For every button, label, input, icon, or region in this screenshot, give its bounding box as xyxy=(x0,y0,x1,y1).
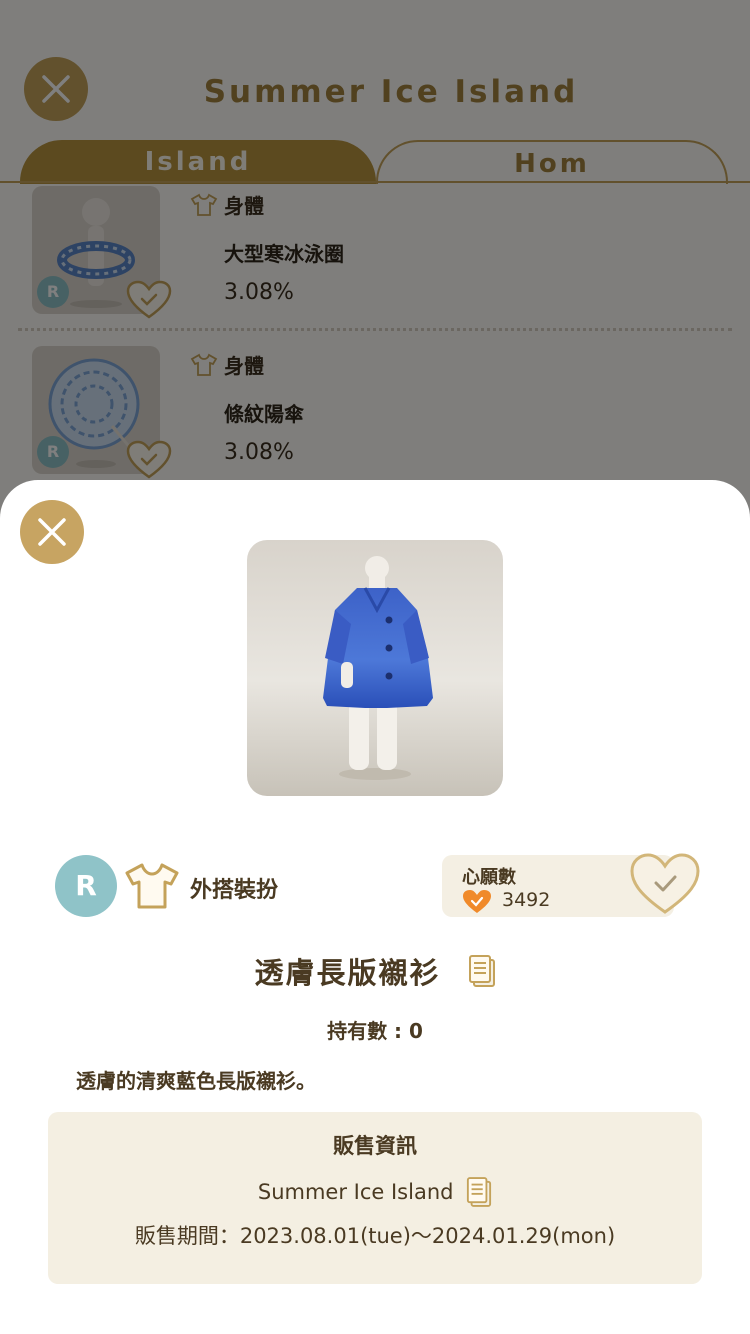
rarity-badge: R xyxy=(55,855,117,917)
sale-info-title: 販售資訊 xyxy=(333,1134,417,1158)
copy-icon[interactable] xyxy=(468,954,496,988)
item-name: 透膚長版襯衫 xyxy=(254,956,441,990)
close-icon xyxy=(38,518,66,546)
heart-count-icon xyxy=(463,890,491,913)
heart-check-icon[interactable] xyxy=(629,852,701,916)
owned-count: 持有數 : 0 xyxy=(327,1019,423,1043)
item-detail-sheet: R 外搭裝扮 心願數 3492 透膚長版襯衫 持有數 : 0 透膚的清爽藍色長版… xyxy=(0,480,750,1334)
long-shirt-image xyxy=(323,556,433,780)
copy-icon[interactable] xyxy=(466,1176,492,1208)
shirt-icon xyxy=(125,863,179,909)
wishlist-count: 3492 xyxy=(502,889,551,911)
item-description: 透膚的清爽藍色長版襯衫。 xyxy=(76,1069,316,1093)
wishlist-label: 心願數 xyxy=(462,867,516,888)
item-preview-image xyxy=(247,540,503,796)
sale-event-name: Summer Ice Island xyxy=(257,1180,454,1204)
item-title-row: 透膚長版襯衫 xyxy=(0,950,750,992)
sale-event-row: Summer Ice Island xyxy=(48,1176,702,1208)
sale-period: 販售期間：2023.08.01(tue)〜2024.01.29(mon) xyxy=(134,1224,616,1248)
sale-info-box: 販售資訊 Summer Ice Island 販售期間：2023.08.01(t… xyxy=(48,1112,702,1284)
close-button[interactable] xyxy=(20,500,84,564)
item-category: 外搭裝扮 xyxy=(190,878,279,903)
